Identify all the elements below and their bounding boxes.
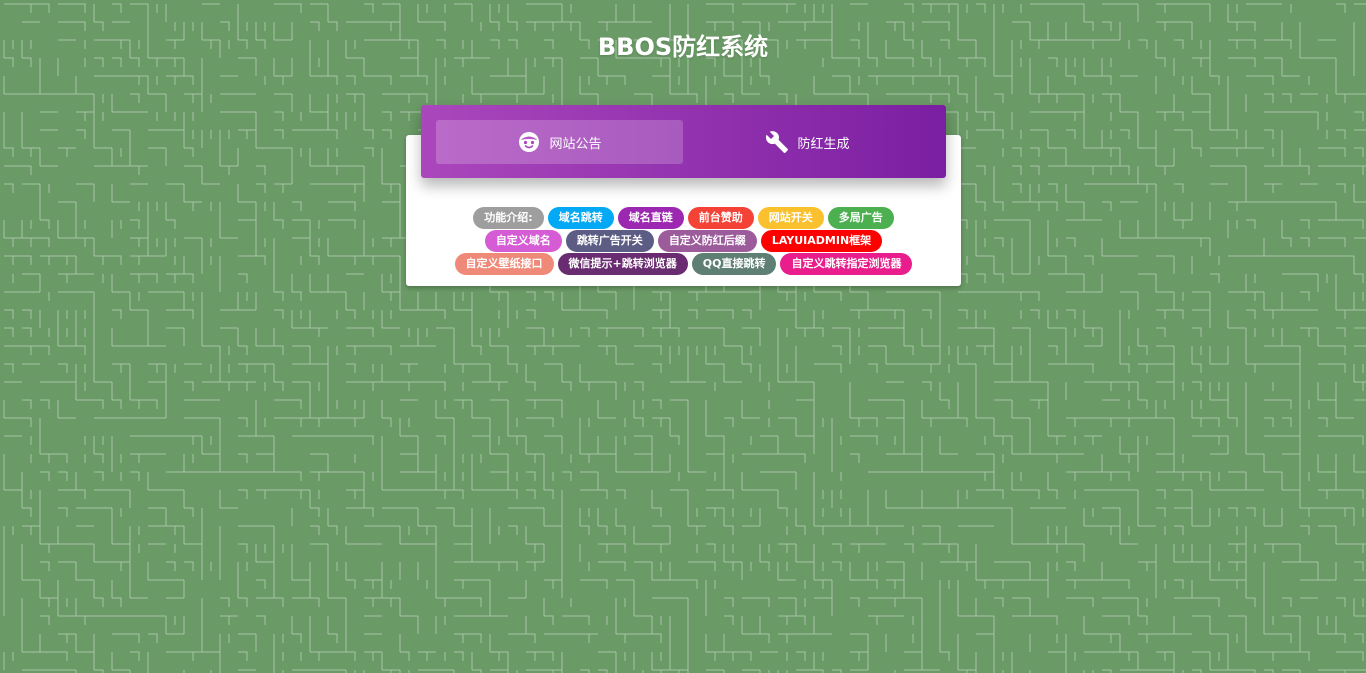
tag-layuiadmin-framework: LAYUIADMIN框架: [760, 230, 883, 252]
tag-wechat-tip-browser: 微信提示+跳转浏览器: [557, 253, 688, 275]
tab-announcement-label: 网站公告: [549, 136, 602, 152]
tag-redirect-ad-switch: 跳转广告开关: [565, 230, 654, 252]
tag-custom-wallpaper: 自定义壁纸接口: [454, 253, 554, 275]
tab-generate[interactable]: 防红生成: [684, 120, 931, 164]
tag-domain-redirect: 域名跳转: [547, 207, 614, 229]
tag-qq-direct-redirect: QQ直接跳转: [691, 253, 777, 275]
tag-front-sponsor: 前台赞助: [687, 207, 754, 229]
smiley-face-icon: [517, 130, 541, 154]
tag-domain-direct-link: 域名直链: [617, 207, 684, 229]
tag-custom-browser-redirect: 自定义跳转指定浏览器: [780, 253, 913, 275]
tab-announcement[interactable]: 网站公告: [436, 120, 683, 164]
tab-generate-label: 防红生成: [797, 136, 850, 152]
tag-custom-suffix: 自定义防红后缀: [657, 230, 757, 252]
tag-row: 自定义域名 跳转广告开关 自定义防红后缀 LAYUIADMIN框架: [406, 230, 961, 252]
feature-tags: 功能介绍: 域名跳转 域名直链 前台赞助 网站开关 多局广告 自定义域名 跳转广告开关 自定义…: [406, 207, 961, 276]
tag-row: 自定义壁纸接口 微信提示+跳转浏览器 QQ直接跳转 自定义跳转指定浏览器: [406, 253, 961, 275]
tag-custom-domain: 自定义域名: [484, 230, 562, 252]
wrench-icon: [765, 130, 789, 154]
tag-feature-intro: 功能介绍:: [473, 207, 544, 229]
maze-background-pattern: [3, 3, 1366, 673]
tag-row: 功能介绍: 域名跳转 域名直链 前台赞助 网站开关 多局广告: [406, 207, 961, 229]
page-title: BBOS防红系统: [597, 33, 769, 61]
tag-multi-ads: 多局广告: [827, 207, 894, 229]
tab-header: 网站公告 防红生成: [421, 105, 946, 178]
tag-site-switch: 网站开关: [757, 207, 824, 229]
